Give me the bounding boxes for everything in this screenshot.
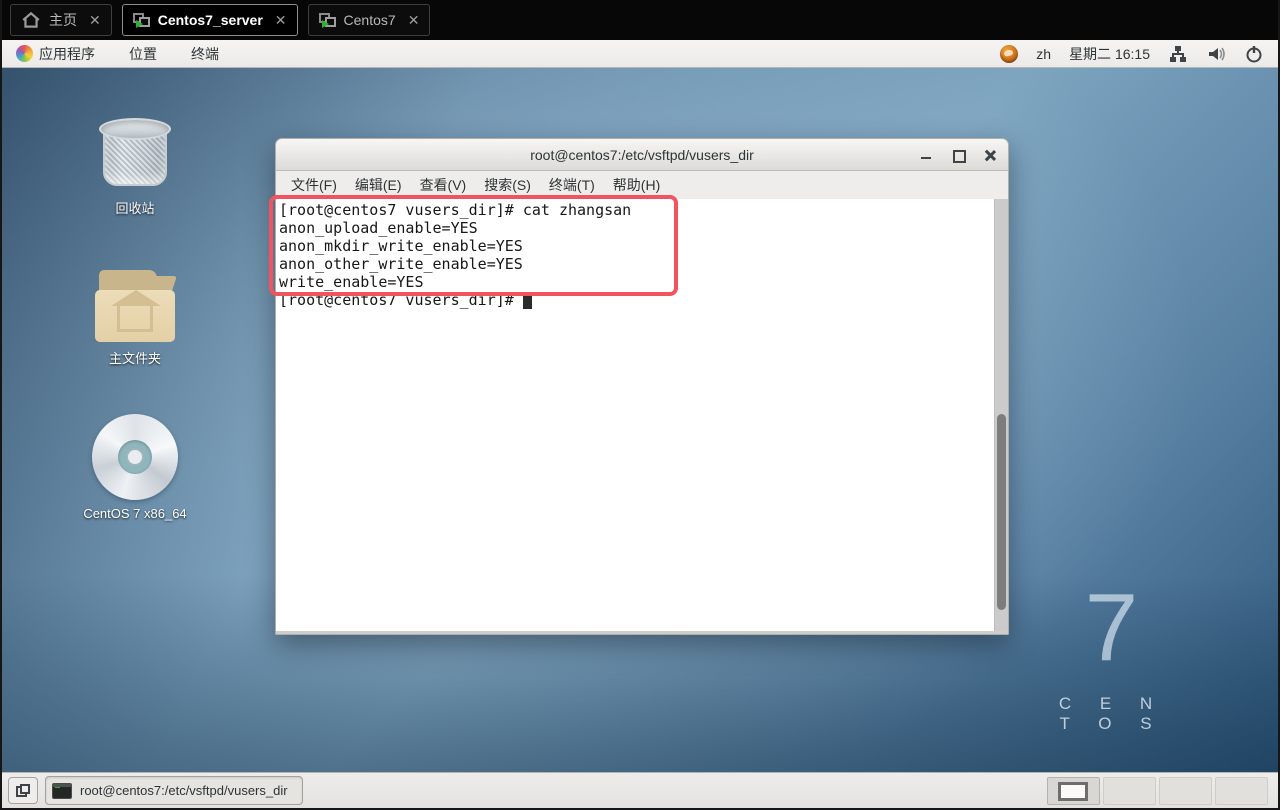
- menu-help[interactable]: 帮助(H): [606, 173, 667, 197]
- places-menu[interactable]: 位置: [125, 42, 161, 66]
- terminal-label: 终端: [191, 44, 219, 64]
- terminal-titlebar[interactable]: root@centos7:/etc/vsftpd/vusers_dir: [275, 138, 1009, 171]
- show-desktop-button[interactable]: [8, 777, 38, 804]
- menu-file[interactable]: 文件(F): [284, 173, 344, 197]
- workspace-window-thumb: [1058, 782, 1088, 801]
- icon-label: 主文件夹: [75, 348, 195, 367]
- clock[interactable]: 星期二 16:15: [1069, 44, 1150, 64]
- network-icon[interactable]: [1168, 44, 1188, 64]
- scrollbar-thumb[interactable]: [997, 414, 1006, 610]
- desktop-icon-home-folder[interactable]: 主文件夹: [75, 270, 195, 367]
- menu-edit[interactable]: 编辑(E): [348, 173, 409, 197]
- home-folder-icon: [93, 270, 177, 342]
- tab-label: 主页: [49, 10, 77, 30]
- terminal-output: [root@centos7 vusers_dir]# cat zhangsana…: [279, 201, 992, 309]
- vm-display-icon: [319, 13, 336, 28]
- terminal-window-bottom-edge: [275, 631, 1009, 635]
- wallpaper-brand: 7 C E N T O S: [1044, 580, 1179, 734]
- desktop: 7 C E N T O S 回收站 主文件夹 CentOS 7 x86_64 r…: [2, 68, 1278, 772]
- cdrom-icon: [92, 414, 178, 500]
- maximize-icon[interactable]: [952, 149, 964, 161]
- tab-close-icon[interactable]: ✕: [275, 12, 287, 29]
- viewer-tab-home[interactable]: 主页 ✕: [10, 4, 112, 36]
- minimize-icon[interactable]: [920, 149, 932, 161]
- terminal-line: write_enable=YES: [279, 273, 992, 291]
- vm-display-icon: [133, 13, 150, 28]
- applications-menu[interactable]: 应用程序: [12, 42, 99, 66]
- terminal-line: anon_other_write_enable=YES: [279, 255, 992, 273]
- workspace-2[interactable]: [1103, 777, 1156, 805]
- places-label: 位置: [129, 44, 157, 64]
- tab-close-icon[interactable]: ✕: [89, 12, 101, 29]
- terminal-window: root@centos7:/etc/vsftpd/vusers_dir 文件(F…: [275, 138, 1009, 635]
- terminal-menu[interactable]: 终端: [187, 42, 223, 66]
- shell-prompt: [root@centos7 vusers_dir]#: [279, 291, 523, 309]
- volume-icon[interactable]: [1206, 44, 1226, 64]
- icon-label: 回收站: [75, 198, 195, 217]
- home-icon: [21, 10, 41, 30]
- menu-terminal[interactable]: 终端(T): [542, 173, 602, 197]
- menu-view[interactable]: 查看(V): [413, 173, 474, 197]
- applications-label: 应用程序: [39, 44, 95, 64]
- power-icon[interactable]: [1244, 44, 1264, 64]
- terminal-cursor: [523, 294, 532, 309]
- terminal-line: [root@centos7 vusers_dir]# cat zhangsan: [279, 201, 992, 219]
- workspace-1[interactable]: [1047, 777, 1100, 805]
- terminal-prompt-line: [root@centos7 vusers_dir]#: [279, 291, 992, 309]
- tab-label: Centos7: [344, 12, 396, 28]
- gnome-top-panel: 应用程序 位置 终端 zh 星期二 16:15: [2, 40, 1278, 68]
- terminal-line: anon_upload_enable=YES: [279, 219, 992, 237]
- terminal-app-icon: [52, 783, 72, 799]
- terminal-menubar: 文件(F) 编辑(E) 查看(V) 搜索(S) 终端(T) 帮助(H): [275, 171, 1009, 199]
- viewer-tabbar: 主页 ✕ Centos7_server ✕ Centos7 ✕: [2, 0, 1278, 40]
- input-lang-indicator[interactable]: zh: [1036, 46, 1051, 62]
- window-title: root@centos7:/etc/vsftpd/vusers_dir: [276, 147, 1008, 163]
- desktop-icon-trash[interactable]: 回收站: [75, 116, 195, 217]
- terminal-content[interactable]: [root@centos7 vusers_dir]# cat zhangsana…: [275, 199, 1009, 631]
- menu-search[interactable]: 搜索(S): [477, 173, 538, 197]
- icon-label: CentOS 7 x86_64: [75, 506, 195, 521]
- workspace-4[interactable]: [1215, 777, 1268, 805]
- applications-icon: [16, 45, 33, 62]
- viewer-tab-centos7[interactable]: Centos7 ✕: [308, 4, 431, 36]
- workspace-switcher: [1047, 777, 1268, 805]
- viewer-window: 主页 ✕ Centos7_server ✕ Centos7 ✕ 应用程序 位置 …: [0, 0, 1280, 810]
- tab-close-icon[interactable]: ✕: [408, 12, 420, 29]
- close-icon[interactable]: [984, 149, 996, 161]
- trash-icon: [99, 116, 171, 192]
- wallpaper-brand-word: C E N T O S: [1044, 694, 1179, 734]
- workspace-3[interactable]: [1159, 777, 1212, 805]
- taskbar-window-button[interactable]: root@centos7:/etc/vsftpd/vusers_dir: [45, 776, 303, 805]
- wallpaper-brand-numeral: 7: [1044, 580, 1179, 676]
- tab-label: Centos7_server: [158, 12, 263, 28]
- viewer-tab-centos7-server[interactable]: Centos7_server ✕: [122, 4, 298, 36]
- terminal-scrollbar[interactable]: [994, 199, 1008, 631]
- show-desktop-icon: [16, 784, 30, 797]
- terminal-line: anon_mkdir_write_enable=YES: [279, 237, 992, 255]
- input-method-icon[interactable]: [1000, 45, 1018, 63]
- taskbar-window-label: root@centos7:/etc/vsftpd/vusers_dir: [80, 783, 288, 798]
- desktop-icon-cdrom[interactable]: CentOS 7 x86_64: [75, 414, 195, 521]
- bottom-taskbar: root@centos7:/etc/vsftpd/vusers_dir: [2, 772, 1278, 808]
